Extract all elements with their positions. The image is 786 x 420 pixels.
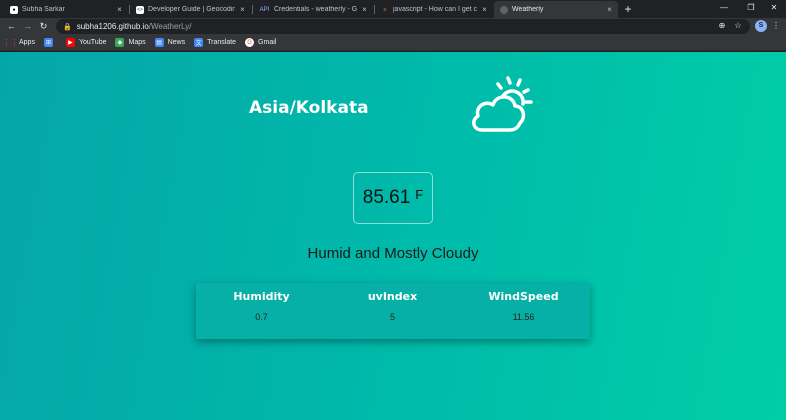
bookmark-news[interactable]: ▤ News bbox=[154, 38, 186, 47]
tab-title: Subha Sarkar bbox=[22, 6, 65, 13]
location-icon[interactable]: ⊕ bbox=[716, 19, 728, 32]
back-button[interactable]: ← bbox=[5, 20, 18, 33]
bookmark-label: News bbox=[167, 39, 186, 46]
bookmark-maps[interactable]: ◆ Maps bbox=[115, 38, 146, 47]
close-tab-icon[interactable]: × bbox=[360, 5, 369, 14]
bookmark-label: Apps bbox=[19, 39, 35, 46]
bookmark-label: Maps bbox=[128, 39, 146, 46]
humidity-stat: Humidity 0.7 bbox=[196, 283, 327, 322]
browser-toolbar: ← → ↻ 🔒 subha1206.github.io /WeatherLy/ … bbox=[0, 18, 786, 35]
address-bar[interactable]: 🔒 subha1206.github.io /WeatherLy/ bbox=[56, 19, 750, 34]
temperature-value: 85.61 bbox=[362, 187, 411, 208]
partly-cloudy-icon bbox=[472, 76, 533, 132]
lock-icon[interactable]: 🔒 bbox=[63, 23, 72, 31]
wind-speed-value: 11.56 bbox=[512, 312, 535, 322]
menu-kebab-icon[interactable]: ⋮ bbox=[770, 19, 782, 32]
url-path: /WeatherLy/ bbox=[148, 22, 192, 31]
bookmark-youtube[interactable]: ▶ YouTube bbox=[65, 38, 107, 47]
restore-button[interactable]: ❐ bbox=[743, 1, 759, 15]
api-icon: API bbox=[259, 6, 270, 13]
new-tab-button[interactable]: + bbox=[622, 2, 634, 16]
close-tab-icon[interactable]: × bbox=[605, 5, 614, 14]
close-tab-icon[interactable]: × bbox=[115, 5, 124, 14]
tab-title: javascript - How can I get city na bbox=[393, 6, 477, 13]
humidity-label: Humidity bbox=[233, 290, 290, 303]
close-tab-icon[interactable]: × bbox=[238, 5, 247, 14]
close-tab-icon[interactable]: × bbox=[480, 5, 489, 14]
forward-button[interactable]: → bbox=[21, 20, 34, 33]
translate-icon: 文 bbox=[194, 38, 204, 47]
uv-index-stat: uvIndex 5 bbox=[327, 283, 458, 322]
tab-title: Weatherly bbox=[512, 6, 544, 13]
minimize-button[interactable]: — bbox=[716, 1, 732, 15]
uv-index-label: uvIndex bbox=[367, 290, 418, 303]
location-title: Asia/Kolkata bbox=[249, 98, 369, 118]
apps-grid-icon: ⋮⋮ bbox=[2, 38, 19, 47]
url-host: subha1206.github.io bbox=[76, 22, 149, 31]
reload-button[interactable]: ↻ bbox=[37, 20, 50, 33]
bookmark-translate[interactable]: 文 Translate bbox=[194, 38, 236, 47]
bookmark-label: Translate bbox=[207, 39, 237, 46]
windows-icon: ⊞ bbox=[43, 38, 53, 47]
wind-speed-label: WindSpeed bbox=[488, 290, 559, 303]
temperature-box: 85.61 F bbox=[353, 172, 433, 224]
tab-developer-guide[interactable]: <> Developer Guide | Geocoding A × bbox=[130, 1, 251, 18]
bookmark-apps[interactable]: ⋮⋮ Apps bbox=[2, 38, 35, 47]
tab-javascript-question[interactable]: ≡ javascript - How can I get city na × bbox=[375, 1, 493, 18]
gmail-icon: G bbox=[245, 38, 255, 47]
tab-weatherly[interactable]: Weatherly × bbox=[494, 1, 618, 18]
youtube-icon: ▶ bbox=[65, 38, 75, 47]
stackoverflow-icon: ≡ bbox=[383, 6, 387, 13]
avatar[interactable]: S bbox=[755, 20, 767, 32]
bookmarks-bar: ⋮⋮ Apps ⊞ ▶ YouTube ◆ Maps ▤ News 文 Tran… bbox=[0, 35, 786, 51]
tab-title: Developer Guide | Geocoding A bbox=[148, 6, 235, 13]
weather-summary: Humid and Mostly Cloudy bbox=[307, 245, 479, 262]
bookmark-star-icon[interactable]: ☆ bbox=[732, 19, 744, 32]
tab-subha-sarkar[interactable]: ● Subha Sarkar × bbox=[4, 1, 128, 18]
uv-index-value: 5 bbox=[389, 312, 395, 322]
tab-strip: ● Subha Sarkar × <> Developer Guide | Ge… bbox=[0, 0, 786, 18]
bookmark-label: Gmail bbox=[258, 39, 277, 46]
bookmark-windows[interactable]: ⊞ bbox=[43, 38, 57, 47]
bookmark-gmail[interactable]: G Gmail bbox=[245, 38, 276, 47]
github-icon: ● bbox=[10, 5, 18, 14]
tab-credentials[interactable]: API Credentials - weatherly - Google × bbox=[253, 1, 373, 18]
news-icon: ▤ bbox=[154, 38, 164, 47]
globe-icon bbox=[500, 5, 508, 14]
maps-icon: ◆ bbox=[115, 38, 125, 47]
weather-page: Asia/Kolkata 85.61 F Humid and Mostly Cl… bbox=[0, 52, 786, 420]
temperature-unit: F bbox=[415, 186, 424, 202]
humidity-value: 0.7 bbox=[255, 312, 268, 322]
stats-panel: Humidity 0.7 uvIndex 5 WindSpeed 11.56 bbox=[196, 283, 590, 339]
tab-title: Credentials - weatherly - Google bbox=[274, 6, 357, 13]
wind-speed-stat: WindSpeed 11.56 bbox=[458, 283, 589, 322]
bookmark-label: YouTube bbox=[78, 39, 107, 46]
code-icon: <> bbox=[136, 5, 144, 14]
close-window-button[interactable]: ✕ bbox=[766, 1, 782, 15]
